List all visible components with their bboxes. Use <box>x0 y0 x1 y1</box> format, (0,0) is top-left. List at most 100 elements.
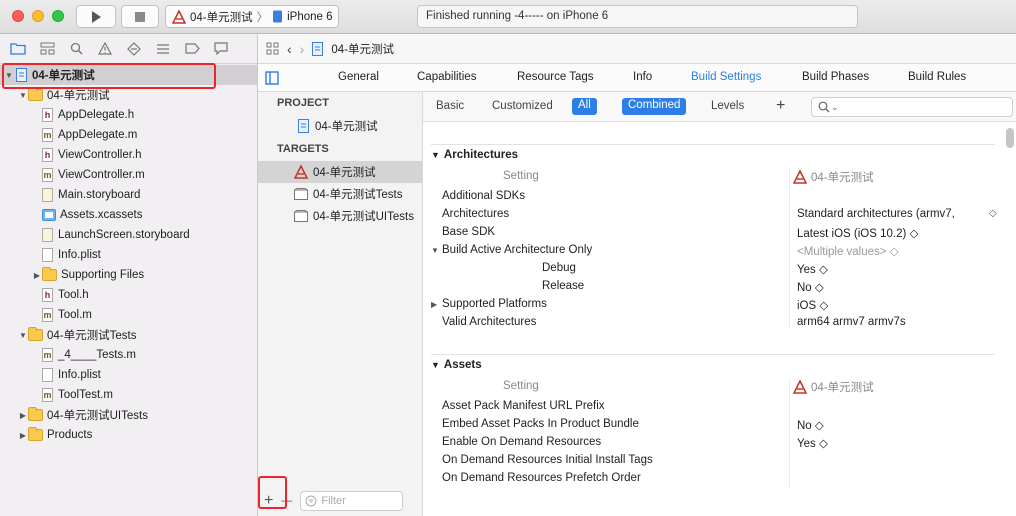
setting-row-label[interactable]: Valid Architectures <box>442 316 536 328</box>
tab-general[interactable]: General <box>338 71 379 83</box>
disclosure-right-icon[interactable]: ▶ <box>18 431 28 440</box>
hierarchy-icon[interactable] <box>37 40 57 58</box>
breakpoint-icon[interactable] <box>182 40 202 58</box>
search-icon <box>818 101 830 113</box>
file-item[interactable]: Info.plist <box>0 365 101 385</box>
disclosure-down-icon[interactable]: ▼ <box>18 331 28 340</box>
setting-row-label[interactable]: Supported Platforms <box>442 298 547 310</box>
tab-resource-tags[interactable]: Resource Tags <box>517 71 594 83</box>
window-toolbar: 04-单元测试 〉 iPhone 6 Finished running -4--… <box>0 0 1016 34</box>
chevron-right-icon[interactable]: › <box>300 41 305 57</box>
scheme-selector[interactable]: 04-单元测试 〉 iPhone 6 <box>165 5 339 28</box>
report-icon[interactable] <box>211 40 231 58</box>
filter-all[interactable]: All <box>572 98 597 115</box>
search-icon[interactable] <box>66 40 86 58</box>
warning-icon[interactable] <box>95 40 115 58</box>
grid-icon[interactable] <box>266 42 279 55</box>
settings-search-field[interactable]: ⌄ <box>811 97 1013 117</box>
add-setting-button[interactable]: + <box>776 97 785 115</box>
file-item[interactable]: h AppDelegate.h <box>0 105 134 125</box>
item-label: ViewController.m <box>58 169 145 181</box>
folder-item[interactable]: ▶ Supporting Files <box>0 265 144 285</box>
setting-row-label[interactable]: Embed Asset Packs In Product Bundle <box>442 418 639 430</box>
target-column-header: 04-单元测试 <box>793 169 874 185</box>
tab-build-rules[interactable]: Build Rules <box>908 71 966 83</box>
setting-row-label[interactable]: Release <box>542 280 584 292</box>
tab-build-settings[interactable]: Build Settings <box>691 71 761 83</box>
setting-row-label[interactable]: Additional SDKs <box>442 190 525 202</box>
file-item[interactable]: h ViewController.h <box>0 145 142 165</box>
scrollbar-thumb[interactable] <box>1006 128 1014 148</box>
file-item[interactable]: Info.plist <box>0 245 101 265</box>
item-label: LaunchScreen.storyboard <box>58 229 190 241</box>
folder-item[interactable]: ▼ 04-单元测试Tests <box>0 325 136 345</box>
setting-row-value[interactable]: arm64 armv7 armv7s <box>797 316 906 328</box>
file-item[interactable]: Assets.xcassets <box>0 205 142 225</box>
tab-info[interactable]: Info <box>633 71 652 83</box>
file-item[interactable]: Main.storyboard <box>0 185 140 205</box>
disclosure-down-icon[interactable]: ▼ <box>431 246 439 255</box>
target-filter-field[interactable]: Filter <box>300 491 404 511</box>
sidebar-toggle-icon[interactable] <box>265 71 279 85</box>
setting-row-value[interactable]: iOS ◇ <box>797 298 828 312</box>
folder-icon[interactable] <box>8 40 28 58</box>
setting-row-value[interactable]: Yes ◇ <box>797 262 828 276</box>
target-item-uitests[interactable]: 04-单元测试UITests <box>258 205 422 227</box>
setting-row-value[interactable]: Yes ◇ <box>797 436 828 450</box>
setting-row-label[interactable]: Asset Pack Manifest URL Prefix <box>442 400 605 412</box>
file-item[interactable]: m _4____Tests.m <box>0 345 136 365</box>
setting-row-label[interactable]: Base SDK <box>442 226 495 238</box>
file-item[interactable]: m ToolTest.m <box>0 385 113 405</box>
setting-row-label[interactable]: Architectures <box>442 208 509 220</box>
setting-row-label[interactable]: Debug <box>542 262 576 274</box>
file-item[interactable]: m AppDelegate.m <box>0 125 137 145</box>
project-item[interactable]: 04-单元测试 <box>258 115 422 137</box>
app-target-icon <box>172 9 186 24</box>
file-item[interactable]: LaunchScreen.storyboard <box>0 225 190 245</box>
setting-row-value[interactable]: <Multiple values> ◇ <box>797 244 899 258</box>
setting-row-label[interactable]: On Demand Resources Initial Install Tags <box>442 454 653 466</box>
section-divider <box>431 354 995 355</box>
zoom-window-button[interactable] <box>52 10 64 22</box>
file-item[interactable]: m Tool.m <box>0 305 92 325</box>
disclosure-right-icon[interactable]: ▶ <box>32 271 42 280</box>
setting-row-label[interactable]: Enable On Demand Resources <box>442 436 601 448</box>
m-file-icon: m <box>42 128 53 142</box>
minimize-window-button[interactable] <box>32 10 44 22</box>
disclosure-right-icon[interactable]: ▶ <box>431 300 437 309</box>
stop-button[interactable] <box>121 5 159 28</box>
highlight-outline-project <box>2 63 216 89</box>
setting-row-value[interactable]: No ◇ <box>797 418 824 432</box>
filter-basic[interactable]: Basic <box>436 100 464 112</box>
disclosure-right-icon[interactable]: ▶ <box>18 411 28 420</box>
setting-row-value[interactable]: Standard architectures (armv7, <box>797 208 955 220</box>
setting-row-label[interactable]: Build Active Architecture Only <box>442 244 592 256</box>
device-icon <box>273 10 283 23</box>
filter-levels[interactable]: Levels <box>711 100 744 112</box>
file-item[interactable]: m ViewController.m <box>0 165 145 185</box>
breadcrumb[interactable]: 04-单元测试 <box>331 41 394 57</box>
plist-file-icon <box>42 248 53 262</box>
close-window-button[interactable] <box>12 10 24 22</box>
disclosure-down-icon[interactable]: ▼ <box>18 91 28 100</box>
target-item-app[interactable]: 04-单元测试 <box>258 161 422 183</box>
tab-build-phases[interactable]: Build Phases <box>802 71 869 83</box>
h-file-icon: h <box>42 108 53 122</box>
chevron-left-icon[interactable]: ‹ <box>287 41 292 57</box>
setting-row-value[interactable]: No ◇ <box>797 280 824 294</box>
architectures-section-title[interactable]: ▼ Architectures <box>431 149 518 161</box>
filter-combined[interactable]: Combined <box>622 98 687 115</box>
target-item-tests[interactable]: 04-单元测试Tests <box>258 183 422 205</box>
debug-icon[interactable] <box>153 40 173 58</box>
assets-section-title[interactable]: ▼ Assets <box>431 359 482 371</box>
test-icon[interactable] <box>124 40 144 58</box>
file-item[interactable]: h Tool.h <box>0 285 89 305</box>
filter-customized[interactable]: Customized <box>492 100 553 112</box>
run-button[interactable] <box>76 5 116 28</box>
tab-capabilities[interactable]: Capabilities <box>417 71 476 83</box>
folder-item[interactable]: ▶ 04-单元测试UITests <box>0 405 148 425</box>
folder-item[interactable]: ▶ Products <box>0 425 92 445</box>
setting-row-label[interactable]: On Demand Resources Prefetch Order <box>442 472 641 484</box>
setting-row-value[interactable]: Latest iOS (iOS 10.2) ◇ <box>797 226 918 240</box>
stepper-icon[interactable]: ◇ <box>989 208 997 219</box>
